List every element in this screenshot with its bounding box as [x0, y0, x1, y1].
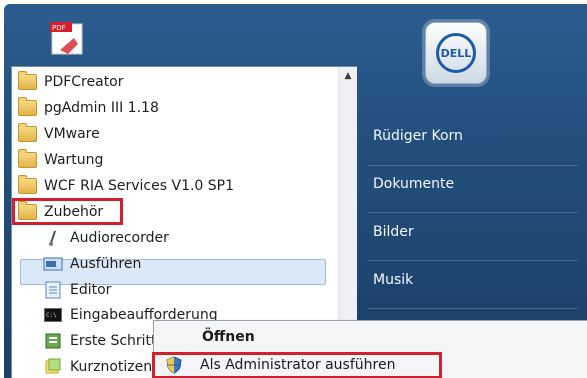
- documents-link[interactable]: Dokumente: [373, 176, 454, 192]
- list-item[interactable]: Audiorecorder: [42, 226, 169, 250]
- user-folder-link[interactable]: Rüdiger Korn: [373, 128, 463, 144]
- open-menu-item[interactable]: Öffnen: [202, 324, 255, 350]
- run-icon: [42, 254, 64, 274]
- list-item-label: Editor: [70, 282, 112, 298]
- list-item-label: Audiorecorder: [70, 230, 169, 246]
- cmd-icon: C:\: [42, 305, 64, 325]
- zubehoer-highlight-box: [12, 198, 123, 225]
- list-item[interactable]: Erste Schritte: [42, 329, 165, 353]
- list-item-label: pgAdmin III 1.18: [44, 100, 159, 116]
- folder-icon: [16, 123, 38, 144]
- folder-icon: [16, 175, 38, 196]
- list-item[interactable]: WCF RIA Services V1.0 SP1: [16, 174, 234, 198]
- list-item[interactable]: Kurznotizen: [42, 355, 152, 378]
- list-item[interactable]: Editor: [42, 278, 111, 302]
- svg-text:C:\: C:\: [46, 312, 57, 319]
- folder-icon: [16, 71, 38, 92]
- notepad-icon: [42, 280, 64, 300]
- pdf-icon[interactable]: PDF: [48, 20, 92, 56]
- separator: [368, 212, 578, 213]
- separator: [368, 260, 578, 261]
- list-item-label: Kurznotizen: [70, 359, 153, 375]
- list-item-label: VMware: [44, 126, 100, 142]
- svg-text:PDF: PDF: [52, 24, 66, 32]
- getting-started-icon: [42, 331, 64, 351]
- folder-icon: [16, 97, 38, 118]
- list-item[interactable]: Ausführen: [42, 252, 141, 276]
- list-item[interactable]: pgAdmin III 1.18: [16, 96, 159, 120]
- pictures-link[interactable]: Bilder: [373, 224, 414, 240]
- list-item[interactable]: VMware: [16, 122, 100, 146]
- list-item[interactable]: PDFCreator: [16, 70, 124, 94]
- context-menu: Öffnen Als Administrator ausführen: [152, 320, 587, 378]
- separator: [368, 165, 578, 166]
- list-item-label: PDFCreator: [44, 74, 124, 90]
- sticky-notes-icon: [42, 357, 64, 377]
- list-item-label: Wartung: [44, 152, 104, 168]
- folder-icon: [16, 149, 38, 170]
- run-as-admin-highlight-box: [152, 352, 442, 378]
- list-item[interactable]: Wartung: [16, 148, 103, 172]
- scroll-up-arrow-icon[interactable]: ▲: [339, 71, 357, 85]
- start-menu-screenshot: PDF DELL PDFCreator pgAdmin III 1.18 VMw…: [0, 0, 587, 378]
- list-item-label: WCF RIA Services V1.0 SP1: [44, 178, 235, 194]
- list-item-label: Erste Schritte: [70, 333, 166, 349]
- separator: [368, 308, 578, 309]
- list-item-label: Ausführen: [70, 256, 142, 272]
- music-link[interactable]: Musik: [373, 272, 413, 288]
- microphone-icon: [42, 228, 64, 248]
